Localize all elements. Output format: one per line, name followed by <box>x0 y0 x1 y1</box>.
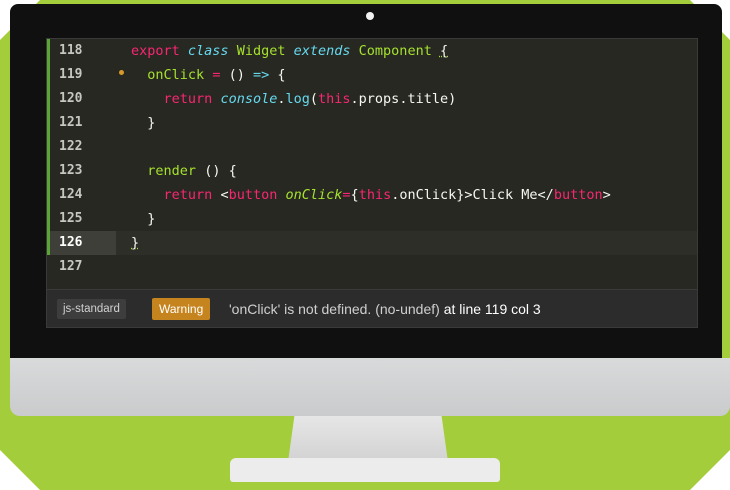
code-content: render () { <box>131 159 237 183</box>
token: onClick <box>285 187 343 203</box>
code-line-active[interactable]: 126 } <box>47 231 697 255</box>
warning-indicator-icon[interactable] <box>119 70 124 75</box>
code-line[interactable]: 123 render () { <box>47 159 697 183</box>
git-change-marker <box>47 111 50 135</box>
token: Widget <box>236 43 286 59</box>
token: }> <box>456 187 473 203</box>
token: onClick <box>399 187 457 203</box>
line-number: 123 <box>59 163 83 178</box>
monitor-stand-neck <box>288 416 448 462</box>
token: { <box>228 163 237 179</box>
git-change-marker <box>47 207 50 231</box>
token: button <box>228 187 278 203</box>
code-editor: 118 export class Widget extends Componen… <box>46 38 698 328</box>
code-content: return <button onClick={this.onClick}>Cl… <box>131 183 611 207</box>
line-number: 126 <box>50 231 116 255</box>
line-number: 127 <box>59 259 83 274</box>
code-content: onClick = () => { <box>131 63 286 87</box>
git-change-marker <box>47 183 50 207</box>
code-content: export class Widget extends Component { <box>131 39 448 63</box>
code-content: return console.log(this.props.title) <box>131 87 457 111</box>
token: ( <box>309 91 319 107</box>
token: () <box>228 67 245 83</box>
token: > <box>602 187 611 203</box>
line-number: 120 <box>59 91 83 106</box>
token: onClick <box>147 67 205 83</box>
token: export <box>131 43 180 59</box>
line-number: 124 <box>59 187 83 202</box>
token: => <box>253 67 270 83</box>
git-change-marker <box>47 39 50 63</box>
line-number: 118 <box>59 43 83 58</box>
monitor-chin <box>10 358 730 416</box>
git-change-marker <box>47 63 50 87</box>
code-line[interactable]: 118 export class Widget extends Componen… <box>47 39 697 63</box>
warning-message[interactable]: 'onClick' is not defined. (no-undef) at … <box>229 298 541 320</box>
token: render <box>147 163 197 179</box>
code-content: } <box>131 231 139 255</box>
token: </ <box>537 187 554 203</box>
code-line[interactable]: 119 onClick = () => { <box>47 63 697 87</box>
token: } <box>147 211 156 227</box>
line-number: 121 <box>59 115 83 130</box>
line-number: 119 <box>59 67 83 82</box>
token: log <box>285 91 310 107</box>
code-line[interactable]: 125 } <box>47 207 697 231</box>
token: this <box>318 91 351 107</box>
warning-badge[interactable]: Warning <box>152 298 211 320</box>
token: class <box>187 43 229 59</box>
token: return <box>163 91 213 107</box>
code-line[interactable]: 122 <box>47 135 697 159</box>
token: title <box>407 91 449 107</box>
token: { <box>277 67 286 83</box>
token: { <box>439 43 449 59</box>
line-number: 125 <box>59 211 83 226</box>
token: } <box>131 235 140 251</box>
warning-text: 'onClick' is not defined. (no-undef) <box>229 301 440 317</box>
token: = <box>212 67 221 83</box>
token: () <box>204 163 221 179</box>
token: = <box>342 187 351 203</box>
line-number: 122 <box>59 139 83 154</box>
token: Click Me <box>472 187 538 203</box>
token: return <box>163 187 213 203</box>
token: . <box>350 91 359 107</box>
git-change-marker <box>47 135 50 159</box>
code-content: } <box>131 207 155 231</box>
corner-decoration <box>0 450 40 490</box>
code-line[interactable]: 120 return console.log(this.props.title) <box>47 87 697 111</box>
warning-location: at line 119 col 3 <box>443 301 541 317</box>
camera-icon <box>366 12 374 20</box>
code-line[interactable]: 127 <box>47 255 697 279</box>
git-change-marker <box>47 159 50 183</box>
token: ) <box>448 91 457 107</box>
token: { <box>350 187 359 203</box>
git-change-marker <box>47 87 50 111</box>
token: console <box>220 91 278 107</box>
editor-text-area[interactable]: 118 export class Widget extends Componen… <box>47 39 697 289</box>
linter-status-bar: js-standard Warning 'onClick' is not def… <box>47 289 697 327</box>
token: } <box>147 115 156 131</box>
token: button <box>553 187 603 203</box>
token: extends <box>293 43 351 59</box>
corner-decoration <box>690 450 730 490</box>
token: this <box>358 187 392 203</box>
code-line[interactable]: 121 } <box>47 111 697 135</box>
token: Component <box>358 43 432 59</box>
monitor-stand-base <box>230 458 500 482</box>
code-line[interactable]: 124 return <button onClick={this.onClick… <box>47 183 697 207</box>
token: props <box>358 91 400 107</box>
token: < <box>220 187 229 203</box>
linter-name-badge[interactable]: js-standard <box>57 299 126 319</box>
code-content: } <box>131 111 155 135</box>
